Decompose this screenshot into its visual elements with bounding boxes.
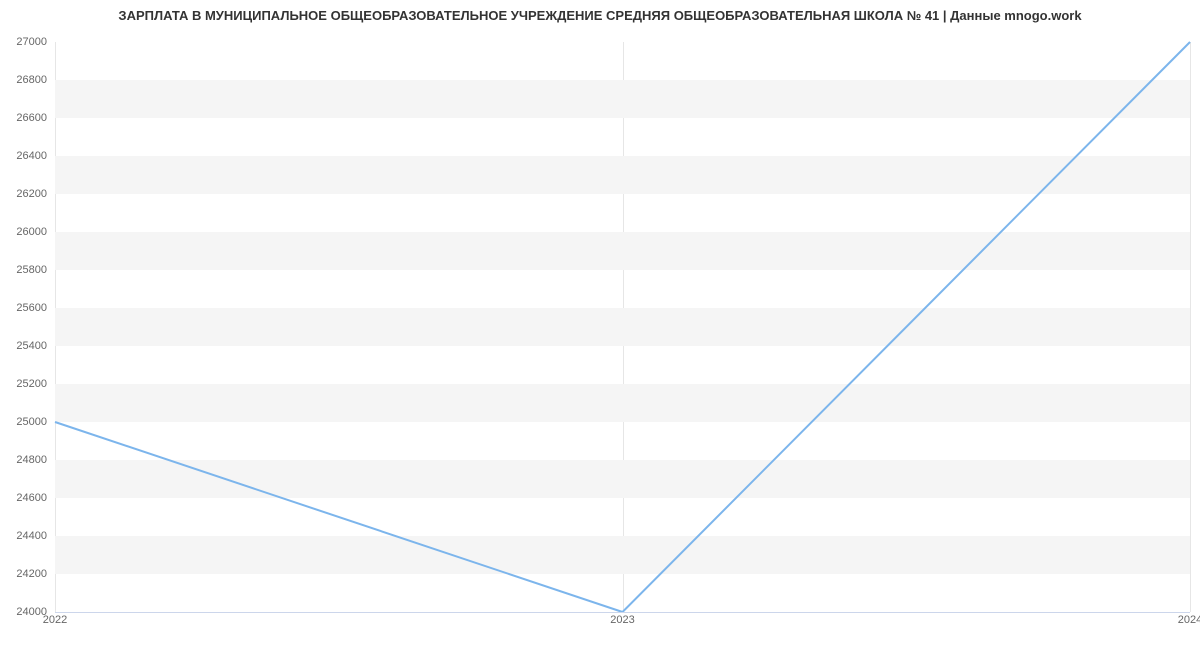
y-tick-label: 25200 bbox=[16, 378, 55, 390]
x-tick-label: 2023 bbox=[610, 614, 634, 626]
y-tick-label: 26800 bbox=[16, 74, 55, 86]
y-tick-label: 25000 bbox=[16, 416, 55, 428]
x-tick-label: 2024 bbox=[1178, 614, 1200, 626]
y-tick-label: 26200 bbox=[16, 188, 55, 200]
y-tick-label: 24400 bbox=[16, 530, 55, 542]
y-tick-label: 25400 bbox=[16, 340, 55, 352]
data-line bbox=[55, 42, 1190, 612]
y-tick-label: 25600 bbox=[16, 302, 55, 314]
y-tick-label: 26000 bbox=[16, 226, 55, 238]
y-tick-label: 24800 bbox=[16, 454, 55, 466]
x-axis-line bbox=[55, 612, 1190, 613]
y-tick-label: 25800 bbox=[16, 264, 55, 276]
y-tick-label: 24600 bbox=[16, 492, 55, 504]
plot-area: 2400024200244002460024800250002520025400… bbox=[55, 42, 1190, 612]
y-tick-label: 26600 bbox=[16, 112, 55, 124]
y-tick-label: 24200 bbox=[16, 568, 55, 580]
chart-title: ЗАРПЛАТА В МУНИЦИПАЛЬНОЕ ОБЩЕОБРАЗОВАТЕЛ… bbox=[0, 8, 1200, 23]
salary-line-chart: ЗАРПЛАТА В МУНИЦИПАЛЬНОЕ ОБЩЕОБРАЗОВАТЕЛ… bbox=[0, 0, 1200, 650]
x-tick-label: 2022 bbox=[43, 614, 67, 626]
grid-vertical bbox=[1190, 42, 1191, 612]
y-tick-label: 27000 bbox=[16, 36, 55, 48]
y-tick-label: 26400 bbox=[16, 150, 55, 162]
